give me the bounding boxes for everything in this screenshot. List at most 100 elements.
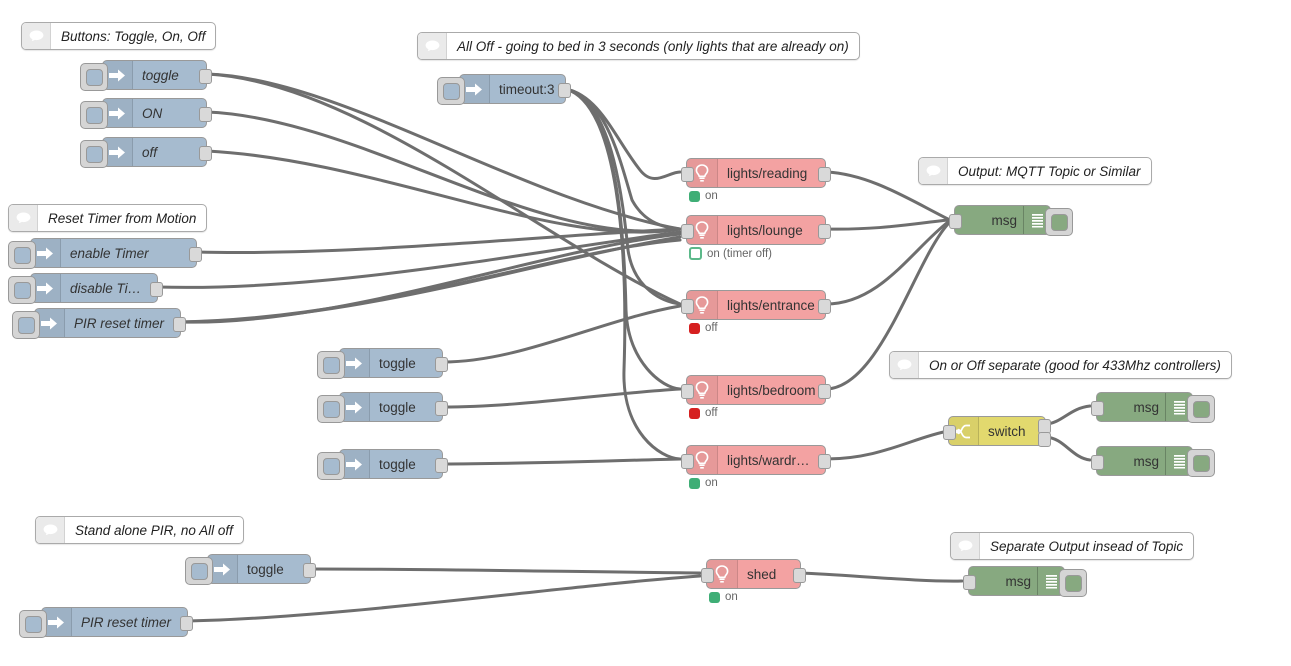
debug-toggle-button[interactable] [1187,395,1215,423]
output-port[interactable] [435,458,448,473]
node-label: lights/wardrobe [727,452,819,468]
input-port[interactable] [681,224,694,239]
debug-toggle-button[interactable] [1187,449,1215,477]
inject-trigger-button[interactable] [185,557,213,585]
node-label: PIR reset timer [74,315,165,331]
inject-trigger-button[interactable] [80,101,108,129]
output-port[interactable] [818,454,831,469]
inject-trigger-button[interactable] [317,395,345,423]
output-port[interactable] [173,317,186,332]
output-port[interactable] [199,69,212,84]
inject-trigger-button[interactable] [80,140,108,168]
status-dot-icon [689,190,700,202]
output-port[interactable] [558,83,571,98]
output-port[interactable] [303,563,316,578]
output-port[interactable] [435,357,448,372]
input-port[interactable] [701,568,714,583]
node-label: toggle [379,399,416,415]
comment-node[interactable]: Buttons: Toggle, On, Off [21,22,217,50]
comment-text: All Off - going to bed in 3 seconds (onl… [457,38,849,54]
inject-trigger-button[interactable] [19,610,47,638]
output-port[interactable] [818,384,831,399]
node-label: shed [747,566,777,582]
inject-trigger-button[interactable] [12,311,40,339]
node-label: msg [1133,453,1159,469]
output-port[interactable] [199,107,212,122]
node-label: PIR reset timer [81,614,172,630]
light-node-shed[interactable]: shed [701,559,806,589]
output-port[interactable] [793,568,806,583]
input-port[interactable] [943,425,956,440]
inject-node-pir-reset-timer[interactable]: PIR reset timer [19,607,193,638]
debug-node[interactable]: msg [949,205,1073,236]
node-label: enable Timer [70,245,149,261]
speech-bubble-icon [890,352,919,378]
input-port[interactable] [1091,401,1104,416]
comment-text: Reset Timer from Motion [48,210,197,226]
inject-trigger-button[interactable] [80,63,108,91]
output-port[interactable] [818,299,831,314]
inject-trigger-button[interactable] [8,241,36,269]
comment-text: Stand alone PIR, no All off [75,522,233,538]
inject-trigger-button[interactable] [437,77,465,105]
output-port[interactable] [818,167,831,182]
input-port[interactable] [1091,455,1104,470]
status-badge: on [689,190,718,202]
input-port[interactable] [963,575,976,590]
comment-node[interactable]: All Off - going to bed in 3 seconds (onl… [417,32,860,60]
light-node-bedroom[interactable]: lights/bedroom [681,375,831,405]
light-node-wardrobe[interactable]: lights/wardrobe [681,445,831,475]
debug-toggle-button[interactable] [1059,569,1087,597]
input-port[interactable] [681,167,694,182]
status-dot-icon [689,477,700,489]
comment-node[interactable]: Separate Output insead of Topic [950,532,1195,560]
inject-node-toggle[interactable]: toggle [185,554,316,585]
light-node-entrance[interactable]: lights/entrance [681,290,831,320]
comment-node[interactable]: Output: MQTT Topic or Similar [918,157,1152,185]
inject-node-off[interactable]: off [80,137,212,168]
comment-text: Buttons: Toggle, On, Off [61,28,206,44]
input-port[interactable] [681,384,694,399]
inject-node-timeout[interactable]: timeout:3 [437,74,571,105]
output-port[interactable] [818,224,831,239]
node-label: lights/entrance [727,297,815,313]
input-port[interactable] [681,299,694,314]
debug-node[interactable]: msg [1091,392,1215,423]
inject-node-pir-reset-timer[interactable]: PIR reset timer [12,308,186,339]
node-label: lights/lounge [727,222,803,238]
input-port[interactable] [949,214,962,229]
inject-node-disable-timer[interactable]: disable Timer [8,273,163,304]
inject-trigger-button[interactable] [8,276,36,304]
node-label: ON [142,105,163,121]
output-port[interactable] [435,401,448,416]
debug-toggle-button[interactable] [1045,208,1073,236]
flow-canvas[interactable]: Buttons: Toggle, On, Off All Off - going… [0,0,1291,666]
inject-trigger-button[interactable] [317,351,345,379]
input-port[interactable] [681,454,694,469]
debug-node[interactable]: msg [963,566,1087,597]
comment-node[interactable]: Reset Timer from Motion [8,204,208,232]
node-label: toggle [247,561,284,577]
comment-node[interactable]: Stand alone PIR, no All off [35,516,244,544]
debug-node[interactable]: msg [1091,446,1215,477]
output-port[interactable] [150,282,163,297]
output-port[interactable] [180,616,193,631]
node-label: toggle [379,456,416,472]
comment-node[interactable]: On or Off separate (good for 433Mhz cont… [889,351,1232,379]
light-node-reading[interactable]: lights/reading [681,158,831,188]
light-node-lounge[interactable]: lights/lounge [681,215,831,245]
inject-node-on[interactable]: ON [80,98,212,129]
inject-node-enable-timer[interactable]: enable Timer [8,238,202,269]
inject-node-toggle[interactable]: toggle [80,60,212,91]
output-port[interactable] [199,146,212,161]
inject-node-toggle[interactable]: toggle [317,449,448,480]
output-port-2[interactable] [1038,432,1051,447]
speech-bubble-icon [22,23,51,49]
status-dot-icon [709,591,720,603]
inject-trigger-button[interactable] [317,452,345,480]
switch-node[interactable]: switch [943,416,1051,447]
output-port[interactable] [189,247,202,262]
inject-node-toggle[interactable]: toggle [317,348,448,379]
inject-node-toggle[interactable]: toggle [317,392,448,423]
node-label: disable Timer [70,280,151,296]
